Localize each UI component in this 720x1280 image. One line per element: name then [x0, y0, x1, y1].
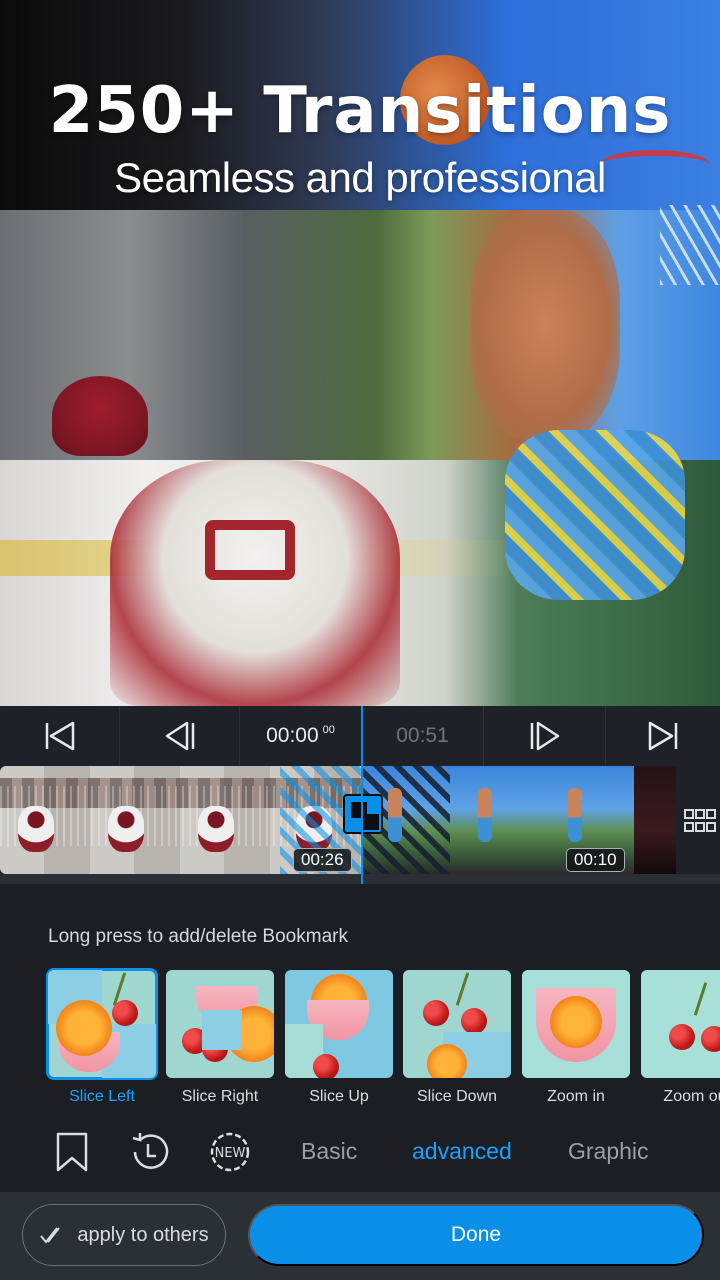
clip-thumbnail: [478, 788, 492, 842]
grid-view-icon: [684, 809, 716, 832]
previous-frame-button[interactable]: [120, 706, 240, 766]
transition-label: Zoom ou: [663, 1088, 720, 1105]
transition-zoom-in[interactable]: Zoom in: [522, 970, 630, 1106]
tab-new[interactable]: NEW: [208, 1130, 252, 1174]
total-timecode: 00:51: [362, 706, 484, 766]
bookmark-hint: Long press to add/delete Bookmark: [48, 926, 348, 947]
clip-thumbnail: [18, 806, 54, 852]
tab-recent[interactable]: [128, 1130, 172, 1174]
transition-category-tabs: NEW Basic advanced Graphic: [0, 1122, 720, 1182]
timeline-scroll-track: [0, 874, 720, 884]
new-badge-text: NEW: [215, 1146, 246, 1161]
clip-thumbnail: [568, 788, 582, 842]
jersey-logo: [205, 520, 295, 580]
current-timecode: 00:00 00: [240, 706, 362, 766]
tab-graphic[interactable]: Graphic: [568, 1138, 649, 1165]
basketball-player: [470, 210, 620, 440]
clip-next[interactable]: [634, 766, 676, 874]
transition-slice-left[interactable]: Slice Left: [46, 968, 158, 1106]
promo-headline: 250+ Transitions: [48, 74, 672, 148]
transition-label: Zoom in: [547, 1088, 605, 1105]
skip-to-end-button[interactable]: [606, 706, 720, 766]
skip-to-start-button[interactable]: [0, 706, 120, 766]
transition-preview: [403, 970, 511, 1078]
hockey-player: [110, 460, 400, 706]
basketball-net: [660, 205, 720, 285]
apply-to-others-button[interactable]: apply to others: [22, 1204, 226, 1266]
previous-frame-icon: [165, 721, 194, 751]
skip-to-end-icon: [648, 721, 678, 751]
tab-bookmarks[interactable]: [50, 1130, 94, 1174]
hockey-helmet: [52, 376, 148, 456]
bottom-action-bar: apply to others Done: [0, 1192, 720, 1280]
transition-label: Slice Left: [69, 1088, 135, 1105]
transition-preview: [166, 970, 274, 1078]
promo-subline: Seamless and professional: [114, 154, 606, 201]
clip-thumbnail: [198, 806, 234, 852]
video-preview[interactable]: 250+ Transitions Seamless and profession…: [0, 0, 720, 706]
transition-icon[interactable]: [343, 794, 383, 834]
current-time: 00:00: [266, 724, 319, 747]
tab-advanced[interactable]: advanced: [412, 1138, 512, 1165]
double-check-icon: [40, 1227, 61, 1244]
transition-list[interactable]: Slice Left Slice Right Slice Up Slice Do…: [46, 968, 720, 1120]
video-track[interactable]: 00:26 00:10: [0, 766, 676, 874]
timeline[interactable]: 00:26 00:10: [0, 766, 720, 884]
transition-label: Slice Down: [416, 1088, 498, 1105]
transition-slice-down[interactable]: Slice Down: [403, 970, 511, 1106]
transition-slice-up[interactable]: Slice Up: [285, 970, 393, 1106]
transition-preview: [641, 970, 720, 1078]
clip-thumbnail: [108, 806, 144, 852]
total-time: 00:51: [396, 724, 449, 747]
apply-to-others-label: apply to others: [77, 1223, 209, 1246]
tab-basic[interactable]: Basic: [301, 1138, 357, 1165]
player-shorts: [505, 430, 685, 600]
new-badge-icon: NEW: [210, 1132, 250, 1172]
clip-thumbnail: [388, 788, 402, 842]
transition-preview: [522, 970, 630, 1078]
current-frames: 00: [322, 724, 335, 736]
clip-duration-badge: 00:10: [566, 848, 625, 872]
bookmark-icon: [56, 1132, 88, 1172]
grid-view-button[interactable]: [684, 808, 716, 834]
done-button[interactable]: Done: [248, 1204, 704, 1266]
transition-zoom-out[interactable]: Zoom ou: [641, 970, 720, 1106]
transition-preview: [46, 968, 158, 1080]
clip-duration-badge: 00:26: [293, 848, 352, 872]
playhead[interactable]: [361, 706, 363, 884]
recent-history-icon: [132, 1133, 169, 1169]
next-frame-icon: [530, 721, 559, 751]
transition-preview: [285, 970, 393, 1078]
transport-bar: 00:00 00 00:51: [0, 706, 720, 766]
transition-label: Slice Up: [309, 1088, 369, 1105]
next-frame-button[interactable]: [484, 706, 606, 766]
transition-slice-right[interactable]: Slice Right: [166, 970, 274, 1106]
skip-to-start-icon: [45, 721, 74, 751]
transition-label: Slice Right: [181, 1088, 259, 1105]
